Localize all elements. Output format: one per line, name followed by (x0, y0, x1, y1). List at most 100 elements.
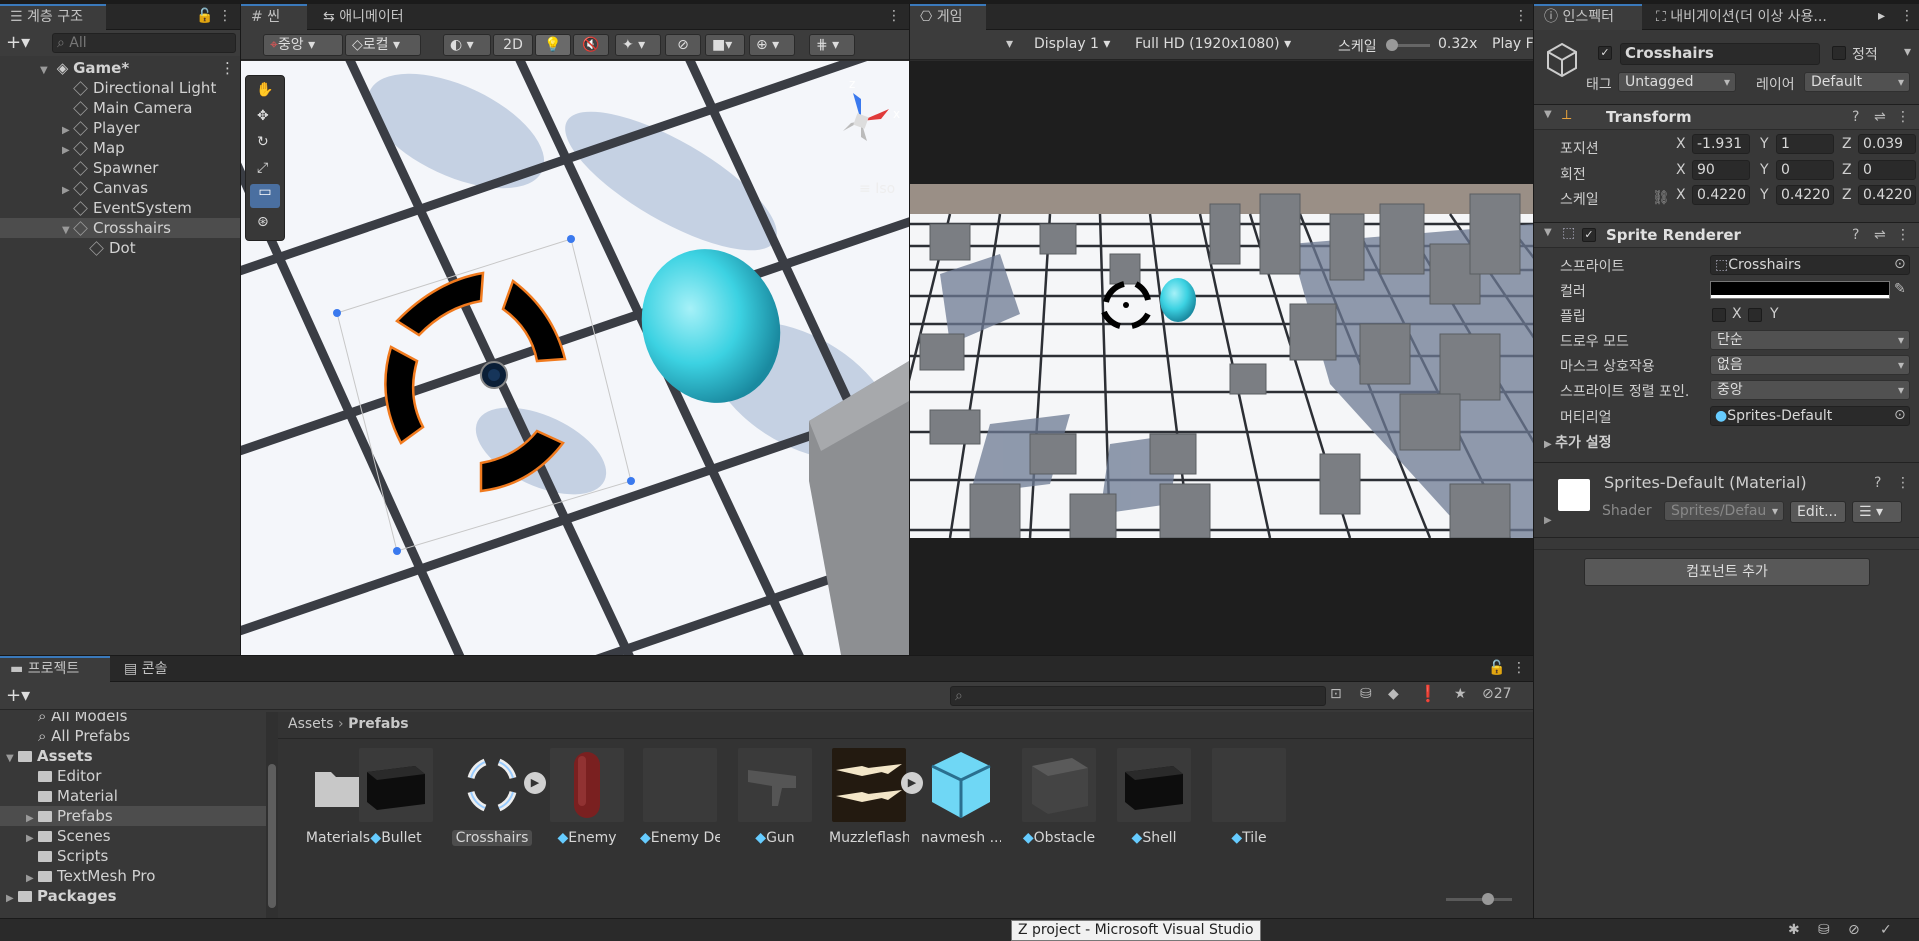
component-menu-icon[interactable]: ⋮ (1896, 475, 1910, 491)
extra-settings-foldout[interactable]: ▶ 추가 설정 (1544, 432, 1612, 452)
project-tree-item[interactable]: Material (0, 786, 266, 806)
position-z-input[interactable]: 0.039 (1858, 134, 1916, 154)
layer-dropdown[interactable]: Default (1804, 72, 1910, 92)
tab-game[interactable]: ⎔ 게임 (910, 4, 986, 30)
debug-icon[interactable]: ✱ (1788, 922, 1800, 938)
asset-item[interactable]: ▶ Muzzleflash (829, 748, 923, 846)
hierarchy-item[interactable]: Directional Light (0, 78, 240, 98)
filter-type-icon[interactable]: ⛁ (1360, 686, 1372, 702)
project-search-input[interactable]: ⌕ (950, 686, 1326, 706)
hierarchy-item[interactable]: ▶ Map (0, 138, 240, 158)
iso-label[interactable]: ≡ Iso (859, 181, 895, 197)
display-dropdown[interactable]: Display 1 ▾ (1034, 36, 1110, 52)
camera-dropdown[interactable]: ■▾ (705, 34, 745, 56)
network-icon[interactable]: ⊘ (1848, 922, 1860, 938)
help-icon[interactable]: ? (1874, 475, 1881, 491)
rotation-y-input[interactable]: 0 (1776, 160, 1834, 180)
scene-options-icon[interactable]: ⋮ (220, 58, 235, 78)
object-name-input[interactable]: Crosshairs (1620, 43, 1820, 65)
hand-tool-icon[interactable]: ✋ (256, 82, 273, 98)
grid-snap-dropdown[interactable]: ⋕ ▾ (809, 34, 855, 56)
hierarchy-search-input[interactable]: ⌕ All (52, 33, 236, 53)
rect-tool-icon[interactable]: ▭ (250, 184, 280, 208)
check-icon[interactable]: ✓ (1880, 922, 1892, 938)
component-menu-icon[interactable]: ⋮ (1896, 227, 1910, 243)
scale-x-input[interactable]: 0.4220 (1692, 185, 1750, 205)
gizmos-dropdown[interactable]: ⊕ ▾ (749, 34, 795, 56)
hierarchy-item[interactable]: ▼ Crosshairs (0, 218, 240, 238)
tab-scroll-icon[interactable]: ▸ (1878, 8, 1885, 24)
sprite-renderer-header[interactable]: ▼ ⬚ ✓ Sprite Renderer ? ⇌ ⋮ (1534, 222, 1919, 248)
component-menu-icon[interactable]: ⋮ (1896, 109, 1910, 125)
project-tree-item[interactable]: ▶ TextMesh Pro (0, 866, 266, 886)
tab-hierarchy[interactable]: ☰ 계층 구조 (0, 4, 106, 30)
position-x-input[interactable]: -1.931 (1692, 134, 1750, 154)
tab-console[interactable]: ▤ 콘솔 (114, 656, 177, 682)
asset-item[interactable]: ◆Gun (735, 748, 815, 846)
warning-filter-icon[interactable]: ❗ (1418, 684, 1438, 703)
shader-dropdown[interactable]: Sprites/Defau (1664, 501, 1784, 521)
sprite-field[interactable]: ⬚Crosshairs (1710, 255, 1910, 275)
shading-dropdown[interactable]: ◐ ▾ (443, 34, 491, 56)
tab-animator[interactable]: ⇆ 애니메이터 (313, 4, 414, 30)
project-tree-item[interactable]: Scripts (0, 846, 266, 866)
tab-inspector[interactable]: ⓘ 인스펙터 (1534, 4, 1642, 30)
asset-item[interactable]: ◆Enemy (547, 748, 627, 846)
eyedropper-icon[interactable]: ✎ (1894, 281, 1906, 297)
hierarchy-item[interactable]: Spawner (0, 158, 240, 178)
create-icon[interactable]: +▾ (6, 685, 30, 706)
shader-edit-button[interactable]: Edit... (1790, 501, 1846, 523)
mode-2d-button[interactable]: 2D (493, 34, 533, 56)
project-tree-item[interactable]: ▶ Scenes (0, 826, 266, 846)
hierarchy-item[interactable]: ▶ Player (0, 118, 240, 138)
material-field[interactable]: ●Sprites-Default (1710, 406, 1910, 426)
resolution-dropdown[interactable]: Full HD (1920x1080) ▾ (1135, 36, 1291, 52)
mask-dropdown[interactable]: 없음 (1710, 355, 1910, 375)
tree-scrollbar-thumb[interactable] (268, 764, 276, 908)
hierarchy-item[interactable]: Dot (0, 238, 240, 258)
audio-toggle[interactable]: 🔇 (573, 34, 609, 56)
active-checkbox[interactable]: ✓ (1598, 46, 1612, 60)
pivot-dropdown[interactable]: ⌖중앙 ▾ (263, 34, 343, 56)
transform-tool-icon[interactable]: ⊛ (257, 214, 269, 230)
rotate-tool-icon[interactable]: ↻ (257, 134, 269, 150)
tab-scene[interactable]: # 씬 (241, 4, 307, 30)
breadcrumb-prefabs[interactable]: Prefabs (348, 716, 409, 732)
layers-icon[interactable]: ⛁ (1818, 922, 1830, 938)
move-tool-icon[interactable]: ✥ (257, 108, 269, 124)
asset-item[interactable]: ▶ Crosshairs (452, 748, 546, 846)
help-icon[interactable]: ? (1852, 109, 1859, 125)
hierarchy-item[interactable]: ▶ Canvas (0, 178, 240, 198)
preset-icon[interactable]: ⇌ (1874, 109, 1886, 125)
sort-point-dropdown[interactable]: 중앙 (1710, 380, 1910, 400)
flip-y-checkbox[interactable] (1748, 308, 1762, 322)
sprite-renderer-enabled-checkbox[interactable]: ✓ (1582, 228, 1596, 242)
project-tree-item[interactable]: ▼ Assets (0, 746, 266, 766)
project-tree-item[interactable]: ▶ Prefabs (0, 806, 266, 826)
scene-more-icon[interactable]: ⋮ (887, 8, 901, 24)
zoom-slider-thumb[interactable] (1482, 893, 1494, 905)
tree-scrollbar-track[interactable] (266, 712, 278, 918)
project-tree-item[interactable]: Editor (0, 766, 266, 786)
transform-header[interactable]: ▼ ⟂ Transform ? ⇌ ⋮ (1534, 104, 1919, 130)
lock-icon[interactable]: 🔓 (1488, 660, 1505, 676)
hidden-toggle[interactable]: ⊘ (665, 34, 701, 56)
orientation-gizmo[interactable]: z x (811, 71, 901, 161)
more-options-icon[interactable]: ⋮ (218, 8, 232, 24)
scale-tool-icon[interactable]: ⤢ (257, 160, 268, 176)
asset-item[interactable]: ◆Obstacle (1019, 748, 1099, 846)
scene-row[interactable]: ▼ ◈ Game* ⋮ (0, 58, 240, 78)
tag-dropdown[interactable]: Untagged (1618, 72, 1736, 92)
inspector-more-icon[interactable]: ⋮ (1900, 8, 1914, 24)
scale-z-input[interactable]: 0.4220 (1858, 185, 1916, 205)
game-render[interactable] (910, 184, 1533, 538)
tab-project[interactable]: ▬ 프로젝트 (0, 656, 110, 682)
project-tree-item[interactable]: ⌕ All Models (0, 712, 266, 726)
breadcrumb-assets[interactable]: Assets (288, 716, 334, 732)
flip-x-checkbox[interactable] (1712, 308, 1726, 322)
tab-navigation[interactable]: ⛶ 내비게이션(더 이상 사용... (1646, 4, 1874, 30)
game-mode-dropdown[interactable]: ▾ (1006, 36, 1013, 52)
collapse-arrow-icon[interactable]: ▼ (1544, 109, 1552, 120)
asset-item[interactable]: ◆Shell (1114, 748, 1194, 846)
asset-item[interactable]: ◆Tile (1209, 748, 1289, 846)
